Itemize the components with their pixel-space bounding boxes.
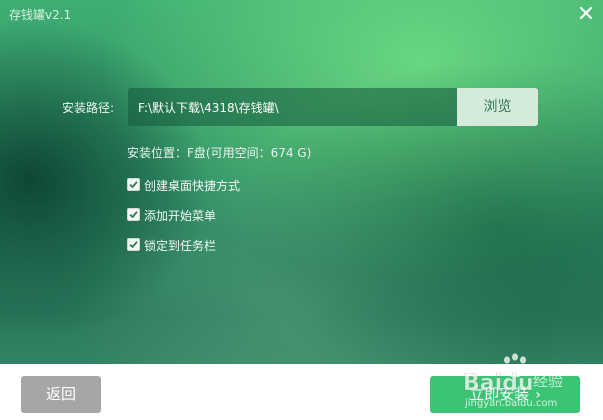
option-label: 创建桌面快捷方式: [144, 179, 241, 193]
checkbox-desktop-shortcut[interactable]: [127, 178, 140, 191]
install-path-label: 安装路径:: [62, 101, 115, 115]
install-path-input[interactable]: F:\默认下载\4318\存钱罐\: [128, 88, 458, 126]
option-label: 锁定到任务栏: [144, 239, 217, 253]
option-label: 添加开始菜单: [144, 209, 217, 223]
install-now-button[interactable]: 立即安装 ›: [430, 376, 580, 413]
checkmark-icon: [129, 241, 138, 249]
close-icon: [579, 6, 593, 20]
app-title: 存钱罐v2.1: [9, 8, 72, 22]
checkbox-pin-taskbar[interactable]: [127, 238, 140, 251]
back-button[interactable]: 返回: [21, 376, 101, 413]
chevron-right-icon: ›: [535, 387, 541, 403]
browse-button[interactable]: 浏览: [457, 88, 538, 126]
install-location-info: 安装位置：F盘(可用空间：674 G): [127, 146, 312, 160]
checkbox-start-menu[interactable]: [127, 208, 140, 221]
title-bar: 存钱罐v2.1: [0, 0, 603, 30]
install-now-label: 立即安装: [469, 385, 530, 403]
checkmark-icon: [129, 211, 138, 219]
install-path-value: F:\默认下载\4318\存钱罐\: [138, 101, 279, 115]
bottom-bar: 返回 立即安装 ›: [0, 364, 603, 420]
close-button[interactable]: [577, 4, 595, 22]
checkmark-icon: [129, 181, 138, 189]
